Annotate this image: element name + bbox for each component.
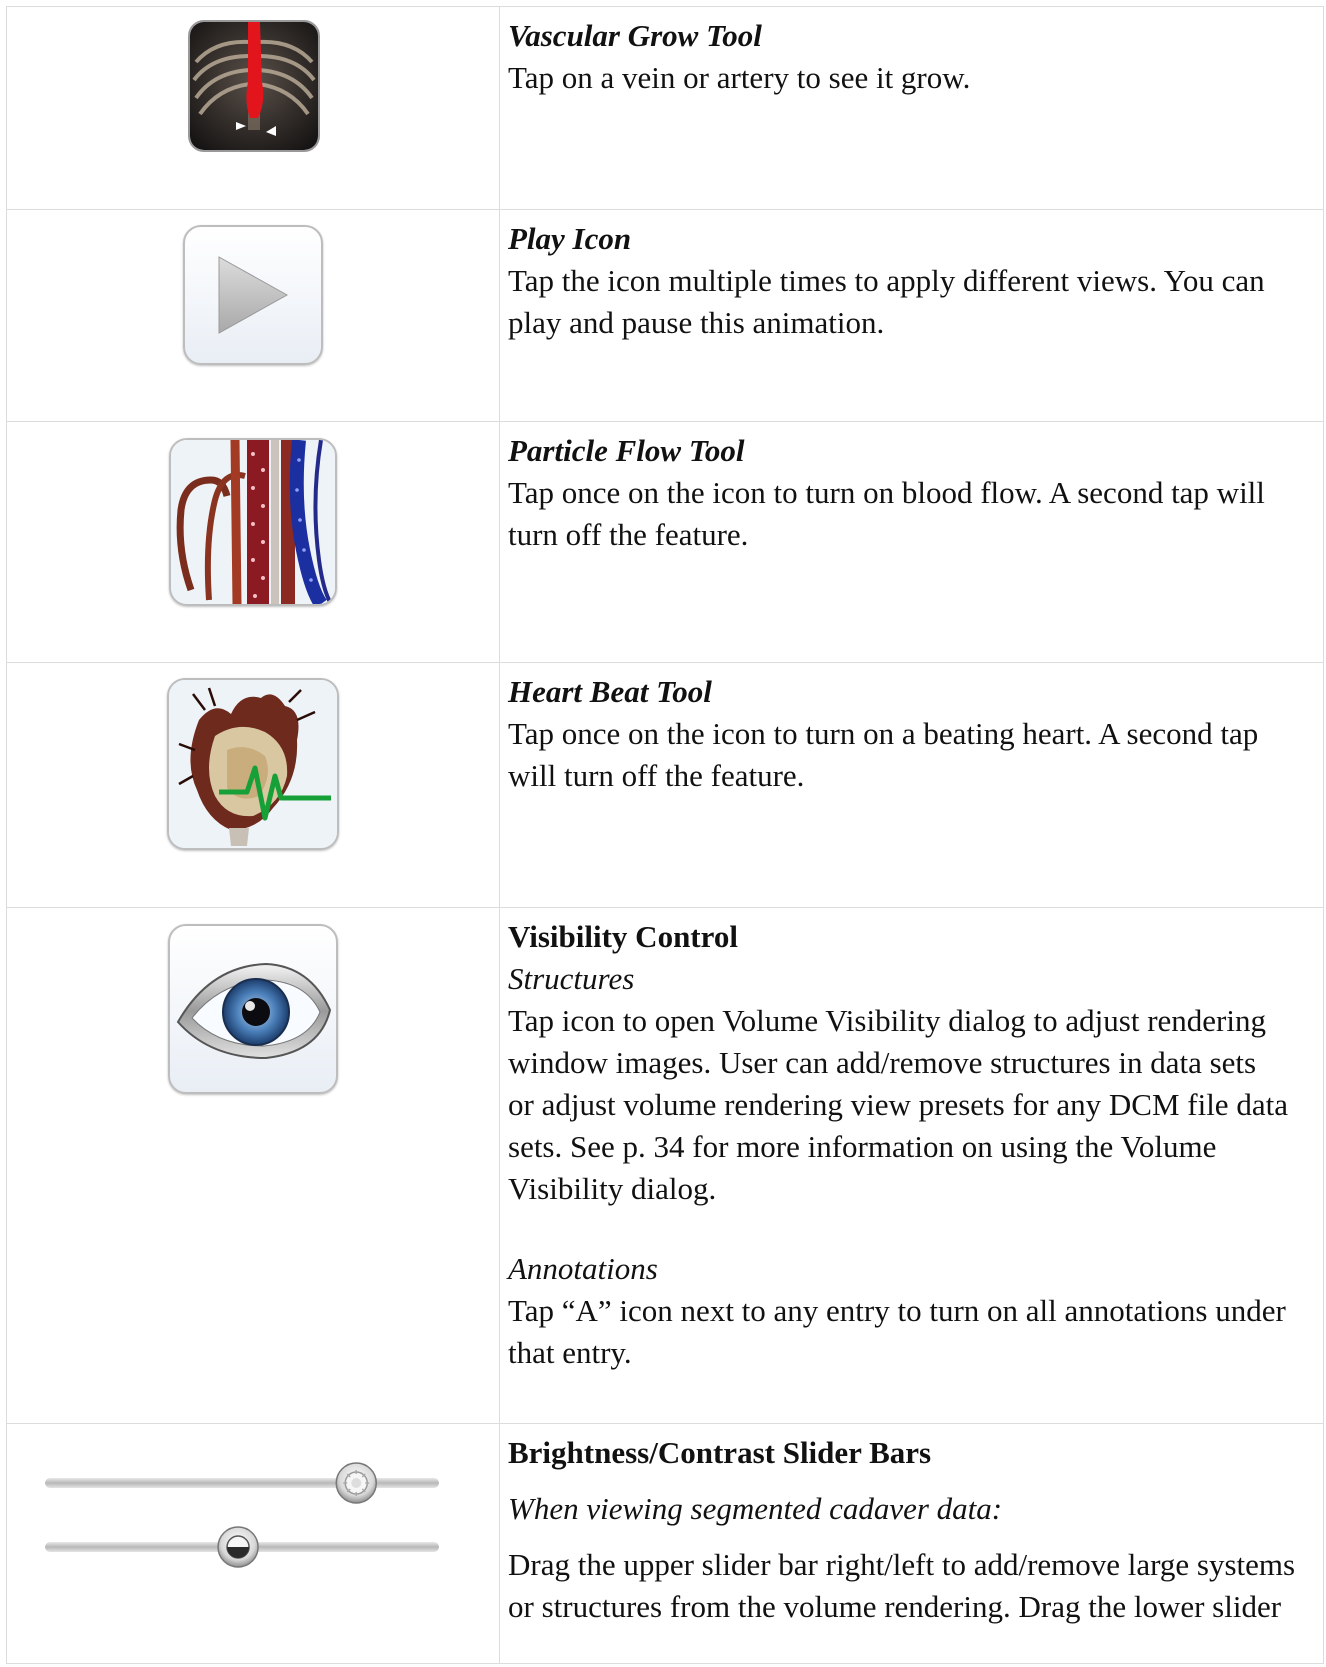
table-row: Play Icon Tap the icon multiple times to… xyxy=(6,209,1324,422)
particle-flow-icon[interactable] xyxy=(169,438,337,606)
vascular-grow-icon[interactable] xyxy=(188,20,320,152)
icon-cell xyxy=(6,907,500,1424)
description-line: Tap on a vein or artery to see it grow. xyxy=(508,60,971,95)
description-cell: Play Icon Tap the icon multiple times to… xyxy=(499,209,1324,422)
row-title: Brightness/Contrast Slider Bars xyxy=(508,1435,932,1470)
description-line: play and pause this animation. xyxy=(508,305,885,340)
description-cell: Heart Beat Tool Tap once on the icon to … xyxy=(499,662,1324,908)
description-line: or structures from the volume rendering.… xyxy=(508,1589,1282,1624)
icon-cell xyxy=(6,1423,500,1664)
table-row: Visibility Control Structures Tap icon t… xyxy=(6,907,1324,1424)
heart-beat-icon[interactable] xyxy=(167,678,339,850)
row-title: Vascular Grow Tool xyxy=(508,18,762,53)
table-row: Brightness/Contrast Slider Bars When vie… xyxy=(6,1423,1324,1664)
subheading-structures: Structures xyxy=(508,961,635,996)
table-row: Heart Beat Tool Tap once on the icon to … xyxy=(6,662,1324,908)
description-line: Tap the icon multiple times to apply dif… xyxy=(508,263,1265,298)
row-title: Particle Flow Tool xyxy=(508,433,745,468)
table-row: Vascular Grow Tool Tap on a vein or arte… xyxy=(6,6,1324,210)
subheading-annotations: Annotations xyxy=(508,1251,658,1286)
description-cell: Particle Flow Tool Tap once on the icon … xyxy=(499,421,1324,663)
slider-bars-icon xyxy=(45,1462,439,1568)
description-line: Tap icon to open Volume Visibility dialo… xyxy=(508,1003,1266,1038)
feature-table: Vascular Grow Tool Tap on a vein or arte… xyxy=(6,6,1324,1664)
icon-cell xyxy=(6,209,500,422)
description-line: Tap once on the icon to turn on blood fl… xyxy=(508,475,1265,510)
description-line: Visibility dialog. xyxy=(508,1171,717,1206)
contrast-slider-handle[interactable] xyxy=(217,1526,259,1568)
icon-cell xyxy=(6,662,500,908)
description-cell: Vascular Grow Tool Tap on a vein or arte… xyxy=(499,6,1324,210)
eye-icon[interactable] xyxy=(168,924,338,1094)
subheading-segmented: When viewing segmented cadaver data: xyxy=(508,1491,1003,1526)
icon-cell xyxy=(6,421,500,663)
description-line: Tap “A” icon next to any entry to turn o… xyxy=(508,1293,1286,1328)
table-row: Particle Flow Tool Tap once on the icon … xyxy=(6,421,1324,663)
description-line: turn off the feature. xyxy=(508,517,749,552)
row-title: Visibility Control xyxy=(508,919,738,954)
description-line: that entry. xyxy=(508,1335,632,1370)
description-cell: Brightness/Contrast Slider Bars When vie… xyxy=(499,1423,1324,1664)
brightness-slider-handle[interactable] xyxy=(335,1462,378,1504)
description-line: or adjust volume rendering view presets … xyxy=(508,1087,1288,1122)
description-line: Drag the upper slider bar right/left to … xyxy=(508,1547,1296,1582)
description-line: Tap once on the icon to turn on a beatin… xyxy=(508,716,1259,751)
row-title: Play Icon xyxy=(508,221,632,256)
description-line: sets. See p. 34 for more information on … xyxy=(508,1129,1217,1164)
description-line: window images. User can add/remove struc… xyxy=(508,1045,1257,1080)
play-icon[interactable] xyxy=(183,225,323,365)
description-line: will turn off the feature. xyxy=(508,758,805,793)
icon-cell xyxy=(6,6,500,210)
description-cell: Visibility Control Structures Tap icon t… xyxy=(499,907,1324,1424)
upper-slider-track[interactable] xyxy=(45,1478,439,1488)
row-title: Heart Beat Tool xyxy=(508,674,712,709)
